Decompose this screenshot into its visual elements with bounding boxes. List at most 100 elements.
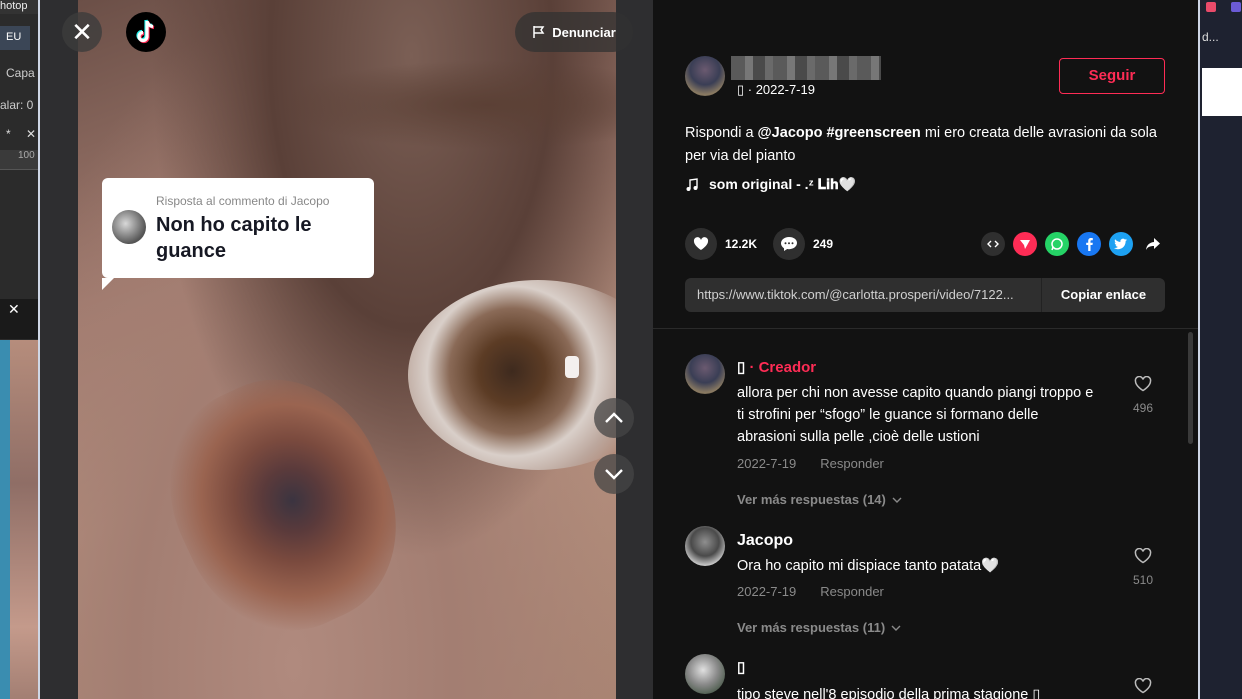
background-scale-label: alar: 0 — [0, 98, 34, 112]
music-note-icon — [686, 177, 698, 191]
video-url[interactable]: https://www.tiktok.com/@carlotta.prosper… — [697, 287, 1037, 302]
background-tab-row: * ✕ — [0, 125, 38, 147]
background-thumbnail — [10, 340, 38, 699]
video-frame-abrasion — [135, 347, 431, 663]
paper-plane-icon — [1020, 240, 1030, 249]
comment-text: allora per chi non avesse capito quando … — [737, 385, 1094, 445]
heart-outline-icon — [1134, 547, 1152, 564]
facebook-icon — [1086, 238, 1093, 251]
video-frame-eye — [408, 280, 616, 470]
comment-text: Ora ho capito mi dispiace tanto patata🤍 — [737, 558, 1000, 574]
comment-button[interactable] — [773, 228, 805, 260]
heart-outline-icon — [1134, 677, 1152, 694]
video-description: Rispondi a @Jacopo #greenscreen mi ero c… — [685, 122, 1165, 168]
report-label: Denunciar — [552, 24, 616, 40]
comment-author[interactable]: ▯ — [737, 658, 745, 676]
share-link-box: https://www.tiktok.com/@carlotta.prosper… — [685, 278, 1165, 312]
twitter-share-button[interactable] — [1109, 232, 1133, 256]
share-arrow-icon — [1146, 238, 1160, 250]
hashtag-link[interactable]: #greenscreen — [826, 125, 920, 141]
comment-avatar[interactable] — [685, 354, 725, 394]
background-tab-close-icon[interactable]: ✕ — [26, 127, 36, 141]
background-layer-label: Capa — [6, 66, 35, 80]
reply-meta: Risposta al commento di Jacopo — [156, 194, 330, 208]
copy-link-button[interactable]: Copiar enlace — [1041, 278, 1165, 312]
comment-bubble-icon — [781, 237, 797, 251]
background-lang-badge: EU — [0, 26, 30, 50]
reply-text: Non ho capito le guance — [156, 214, 312, 262]
flag-icon — [533, 26, 545, 38]
comment-item: ▯ · Creador allora per chi non avesse ca… — [685, 354, 1165, 514]
comment-author-name: ▯ — [737, 359, 746, 376]
background-ruler: 100 — [0, 150, 38, 170]
comments-scrollbar[interactable] — [1188, 332, 1193, 444]
background-thumb-bar: ✕ — [0, 299, 38, 339]
background-app-left: hotop EU Capa alar: 0 * ✕ 100 ✕ — [0, 0, 40, 699]
background-right-card — [1202, 68, 1242, 116]
background-right-text: d... — [1202, 30, 1219, 44]
video-frame-highlight — [565, 356, 579, 378]
comment-text: tipo steve nell'8 episodio della prima s… — [737, 687, 1041, 699]
reply-button[interactable]: Responder — [820, 456, 884, 471]
comment-like-count: 510 — [1132, 573, 1154, 587]
background-app-title: hotop — [0, 0, 38, 14]
view-more-replies-button[interactable]: Ver más respuestas (14) — [737, 492, 902, 507]
chevron-down-icon — [892, 497, 902, 503]
like-button[interactable] — [685, 228, 717, 260]
comment-like[interactable]: 496 — [1125, 375, 1161, 415]
tiktok-logo-icon[interactable] — [126, 12, 166, 52]
panel-divider — [653, 328, 1198, 329]
music-link[interactable]: som original - .ᶻ 𝐋𝐢𝐡🤍 — [685, 176, 856, 193]
next-video-button[interactable] — [594, 454, 634, 494]
reply-comment-sticker: Risposta al commento di Jacopo Non ho ca… — [102, 178, 374, 290]
video-player[interactable] — [78, 0, 616, 699]
heart-outline-icon — [1134, 375, 1152, 392]
comment-avatar[interactable] — [685, 654, 725, 694]
description-prefix: Rispondi a — [685, 125, 754, 141]
comment-like[interactable]: 510 — [1125, 547, 1161, 587]
more-share-button[interactable] — [1141, 232, 1165, 256]
comment-like-count: 496 — [1132, 401, 1154, 415]
view-more-replies-button[interactable]: Ver más respuestas (11) — [737, 620, 901, 635]
view-more-replies-label: Ver más respuestas (14) — [737, 492, 886, 507]
whatsapp-icon — [1051, 238, 1063, 251]
like-action[interactable]: 12.2K — [685, 228, 757, 260]
close-button[interactable]: ✕ — [62, 12, 102, 52]
report-button[interactable]: Denunciar — [515, 12, 633, 52]
heart-icon — [693, 237, 709, 250]
comment-action[interactable]: 249 — [773, 228, 833, 260]
chevron-up-icon — [605, 412, 623, 423]
facebook-share-button[interactable] — [1077, 232, 1101, 256]
background-close-icon[interactable]: ✕ — [8, 301, 20, 317]
comment-like[interactable] — [1125, 677, 1161, 699]
comment-item: Jacopo Ora ho capito mi dispiace tanto p… — [685, 526, 1165, 642]
follow-button[interactable]: Seguir — [1059, 58, 1165, 94]
reply-avatar — [112, 210, 146, 244]
reply-button[interactable]: Responder — [820, 584, 884, 599]
comment-item: ▯ tipo steve nell'8 episodio della prima… — [685, 654, 1165, 699]
details-panel: ▯ · 2022-7-19 Seguir Rispondi a @Jacopo … — [653, 0, 1198, 699]
comment-avatar[interactable] — [685, 526, 725, 566]
background-app-icon — [1206, 2, 1216, 12]
music-label: som original - .ᶻ 𝐋𝐢𝐡🤍 — [709, 176, 856, 192]
background-app-icon — [1231, 2, 1242, 12]
chevron-down-icon — [605, 469, 623, 480]
embed-button[interactable] — [981, 232, 1005, 256]
comment-meta: 2022-7-19 Responder — [737, 456, 884, 471]
mention-link[interactable]: @Jacopo — [758, 125, 823, 141]
twitter-icon — [1114, 238, 1127, 250]
background-thumb-strip — [0, 340, 10, 699]
background-right-icons — [1206, 0, 1242, 15]
comment-author[interactable]: ▯ · Creador — [737, 358, 816, 376]
comment-author[interactable]: Jacopo — [737, 532, 793, 550]
whatsapp-share-button[interactable] — [1045, 232, 1069, 256]
send-to-friends-button[interactable] — [1013, 232, 1037, 256]
author-name-blurred[interactable] — [731, 56, 881, 80]
comment-count: 249 — [813, 237, 834, 251]
comment-meta: 2022-7-19 Responder — [737, 584, 884, 599]
author-date: ▯ · 2022-7-19 — [737, 82, 815, 97]
author-avatar[interactable] — [685, 56, 725, 96]
previous-video-button[interactable] — [594, 398, 634, 438]
background-ruler-value: 100 — [18, 150, 35, 161]
view-more-replies-label: Ver más respuestas (11) — [737, 620, 886, 635]
